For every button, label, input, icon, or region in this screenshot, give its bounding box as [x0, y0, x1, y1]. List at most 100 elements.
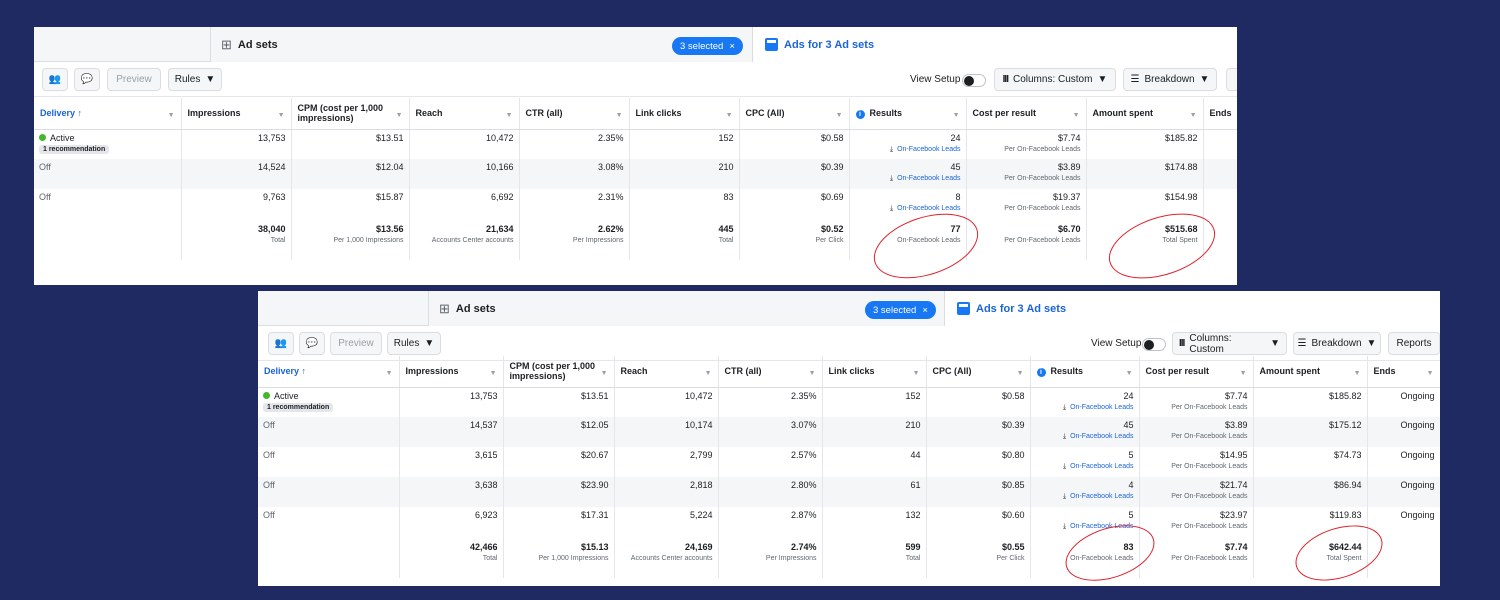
audience-button[interactable]: 👥 — [268, 332, 294, 355]
ads-square-icon — [957, 302, 970, 315]
col-reach[interactable]: Reach ▼ — [614, 356, 719, 388]
col-ctr[interactable]: CTR (all) ▼ — [718, 356, 823, 388]
on-facebook-leads-link[interactable]: ⤓ On-Facebook Leads — [1036, 404, 1134, 412]
view-setup-toggle[interactable] — [1142, 338, 1166, 351]
col-cpc[interactable]: CPC (All) ▼ — [739, 98, 850, 130]
total-amount-spent: $642.44 Total Spent — [1253, 537, 1368, 578]
table-row[interactable]: Active 1 recommendation 13,753 $13.51 10,… — [34, 129, 1237, 159]
on-facebook-leads-link[interactable]: ⤓ On-Facebook Leads — [1036, 493, 1134, 501]
columns-dropdown[interactable]: III Columns: Custom ▼ — [994, 68, 1116, 91]
amount-spent-cell: $175.12 — [1253, 417, 1368, 447]
tab-ad-sets-label: Ad sets — [237, 38, 278, 51]
ends-cell: Ongoing — [1367, 447, 1440, 477]
rules-label: Rules — [174, 74, 201, 85]
table-row[interactable]: Active 1 recommendation 13,753 $13.51 10,… — [258, 387, 1440, 417]
col-cpc[interactable]: CPC (All) ▼ — [926, 356, 1031, 388]
table-row[interactable]: Off 3,615 $20.67 2,799 2.57% 44 $0.80 5 ⤓… — [258, 447, 1440, 477]
ends-cell — [1203, 159, 1237, 189]
col-link-clicks[interactable]: Link clicks ▼ — [629, 98, 740, 130]
rules-dropdown[interactable]: Rules ▼ — [168, 68, 222, 91]
reach-cell: 10,174 — [614, 417, 719, 447]
columns-icon: III — [1179, 338, 1185, 349]
reach-cell: 10,472 — [614, 387, 719, 417]
ends-cell: Ongoing — [1367, 477, 1440, 507]
delivery-cell: Active 1 recommendation — [258, 387, 400, 417]
delivery-cell: Off — [258, 417, 400, 447]
preview-button[interactable]: Preview — [107, 68, 161, 91]
col-ctr[interactable]: CTR (all) ▼ — [519, 98, 630, 130]
delivery-cell: Off — [258, 507, 400, 537]
table-row[interactable]: Off 14,524 $12.04 10,166 3.08% 210 $0.39… — [34, 159, 1237, 189]
grid-icon: ⊞ — [221, 36, 232, 52]
table-row[interactable]: Off 6,923 $17.31 5,224 2.87% 132 $0.60 5… — [258, 507, 1440, 537]
reach-cell: 2,799 — [614, 447, 719, 477]
on-facebook-leads-link[interactable]: ⤓ On-Facebook Leads — [855, 175, 961, 183]
cpc-cell: $0.39 — [739, 159, 850, 189]
close-icon[interactable]: × — [922, 305, 928, 316]
col-cost-per-result[interactable]: Cost per result ▼ — [1139, 356, 1254, 388]
total-cpm: $13.56 Per 1,000 Impressions — [291, 219, 410, 260]
ctr-cell: 2.87% — [718, 507, 823, 537]
download-icon: ⤓ — [1062, 403, 1067, 411]
caret-down-icon: ▼ — [424, 338, 435, 349]
breakdown-dropdown[interactable]: ☰ Breakdown ▼ — [1123, 68, 1217, 91]
link-clicks-cell: 210 — [822, 417, 927, 447]
tab-ads[interactable]: Ads for 3 Ad sets — [752, 27, 1237, 62]
reports-button[interactable]: Reports — [1388, 332, 1440, 355]
col-impressions[interactable]: Impressions ▼ — [181, 98, 292, 130]
on-facebook-leads-link[interactable]: ⤓ On-Facebook Leads — [855, 205, 961, 213]
totals-label-cell — [258, 537, 400, 578]
table-row[interactable]: Off 3,638 $23.90 2,818 2.80% 61 $0.85 4 ⤓… — [258, 477, 1440, 507]
breakdown-icon: ☰ — [1297, 338, 1307, 349]
col-reach[interactable]: Reach ▼ — [409, 98, 520, 130]
col-link-clicks[interactable]: Link clicks ▼ — [822, 356, 927, 388]
col-impressions[interactable]: Impressions ▼ — [399, 356, 504, 388]
col-cpm[interactable]: CPM (cost per 1,000 impressions) ▼ — [291, 98, 410, 130]
link-clicks-cell: 44 — [822, 447, 927, 477]
col-amount-spent[interactable]: Amount spent ▼ — [1253, 356, 1368, 388]
selected-count-pill[interactable]: 3 selected × — [865, 301, 936, 319]
col-amount-spent[interactable]: Amount spent ▼ — [1086, 98, 1204, 130]
tab-ads[interactable]: Ads for 3 Ad sets — [944, 291, 1440, 326]
recommendation-badge[interactable]: 1 recommendation — [263, 402, 334, 412]
view-setup-toggle[interactable] — [962, 74, 986, 87]
col-ends[interactable]: Ends ▼ — [1367, 356, 1440, 388]
on-facebook-leads-link[interactable]: ⤓ On-Facebook Leads — [1036, 463, 1134, 471]
reports-button[interactable] — [1226, 68, 1237, 91]
info-icon: i — [855, 109, 865, 119]
download-icon: ⤓ — [889, 205, 894, 212]
table-row[interactable]: Off 14,537 $12.05 10,174 3.07% 210 $0.39… — [258, 417, 1440, 447]
close-icon[interactable]: × — [729, 41, 735, 52]
cpc-cell: $0.60 — [926, 507, 1031, 537]
ads-square-icon — [765, 38, 778, 51]
comment-button[interactable]: 💬 — [74, 68, 100, 91]
col-ends[interactable]: Ends — [1203, 98, 1237, 130]
amount-spent-cell: $185.82 — [1086, 129, 1204, 159]
col-delivery[interactable]: Delivery ↑ ▼ — [258, 356, 400, 388]
table-row[interactable]: Off 9,763 $15.87 6,692 2.31% 83 $0.69 8 ⤓… — [34, 189, 1237, 219]
on-facebook-leads-link[interactable]: ⤓ On-Facebook Leads — [855, 146, 961, 154]
col-delivery[interactable]: Delivery ↑ ▼ — [34, 98, 182, 130]
view-setup-label: View Setup — [1091, 338, 1142, 349]
breakdown-dropdown[interactable]: ☰ Breakdown ▼ — [1293, 332, 1381, 355]
on-facebook-leads-link[interactable]: ⤓ On-Facebook Leads — [1036, 523, 1134, 531]
on-facebook-leads-link[interactable]: ⤓ On-Facebook Leads — [1036, 433, 1134, 441]
rules-dropdown[interactable]: Rules ▼ — [387, 332, 441, 355]
audience-button[interactable]: 👥 — [42, 68, 68, 91]
columns-icon: III — [1002, 74, 1009, 85]
preview-button[interactable]: Preview — [330, 332, 382, 355]
download-icon: ⤓ — [889, 145, 894, 153]
col-results[interactable]: i Results ▼ — [849, 98, 967, 130]
col-cpm[interactable]: CPM (cost per 1,000 impressions) ▼ — [503, 356, 615, 388]
col-results[interactable]: i Results ▼ — [1030, 356, 1140, 388]
rules-label: Rules — [393, 338, 420, 349]
recommendation-badge[interactable]: 1 recommendation — [39, 144, 110, 154]
col-cost-per-result[interactable]: Cost per result ▼ — [966, 98, 1087, 130]
selected-count-pill[interactable]: 3 selected × — [672, 37, 743, 55]
columns-dropdown[interactable]: III Columns: Custom ▼ — [1172, 332, 1287, 355]
cpc-cell: $0.85 — [926, 477, 1031, 507]
comment-button[interactable]: 💬 — [299, 332, 325, 355]
impressions-cell: 13,753 — [399, 387, 504, 417]
total-cpc: $0.52 Per Click — [739, 219, 850, 260]
header-row: Delivery ↑ ▼ Impressions ▼ CPM (cost per 1… — [34, 98, 1237, 130]
